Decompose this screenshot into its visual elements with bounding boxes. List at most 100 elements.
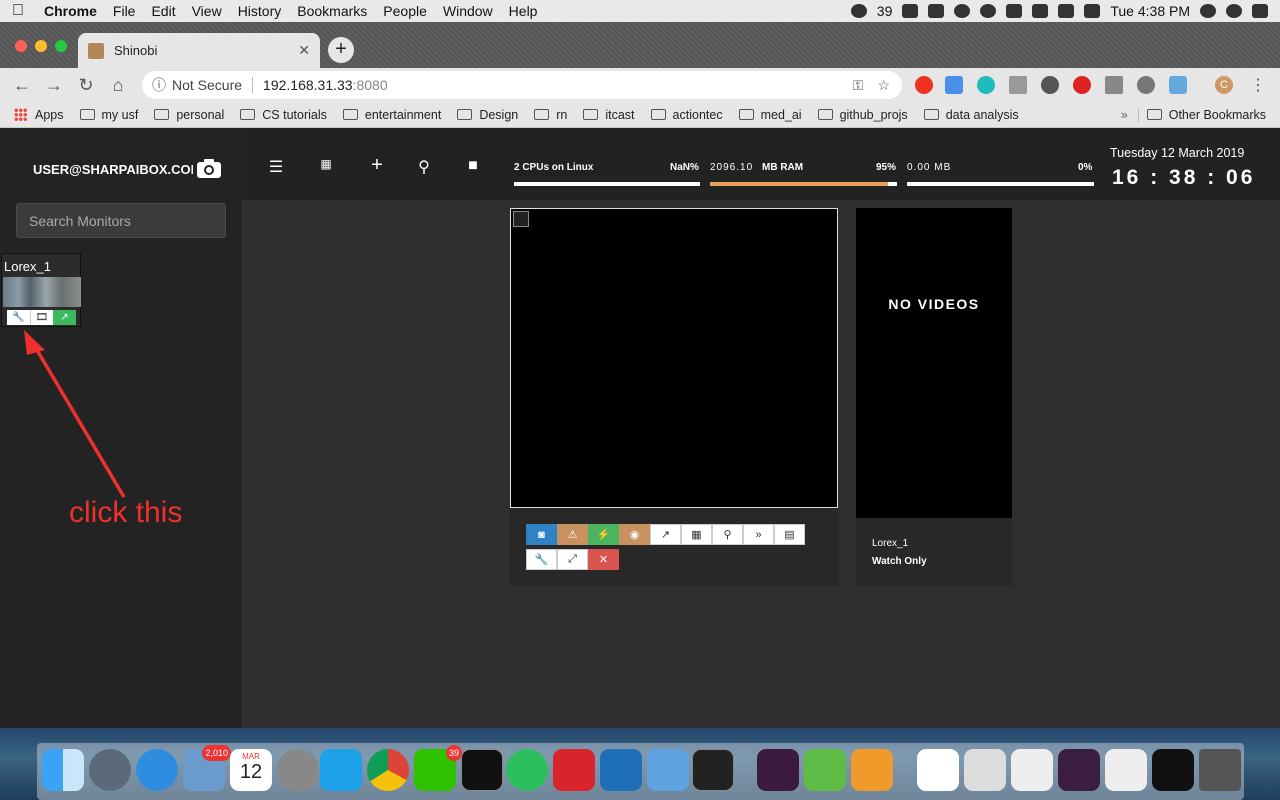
plug-icon[interactable]: ⚡ <box>588 524 619 545</box>
menubar-clock[interactable]: Tue 4:38 PM <box>1110 3 1190 19</box>
bookmark-folder[interactable]: my usf <box>72 108 147 122</box>
expressvpn-icon[interactable] <box>553 749 595 791</box>
bookmarks-overflow-icon[interactable]: » <box>1121 108 1138 122</box>
map-marker-icon[interactable]: ⚲ <box>414 157 434 177</box>
home-icon[interactable]: ⌂ <box>102 75 134 96</box>
console-icon[interactable] <box>692 749 734 791</box>
browser-tab[interactable]: Shinobi ✕ <box>78 33 320 68</box>
flag-input-icon[interactable] <box>1084 4 1101 18</box>
calendar-icon[interactable]: MAR 12 <box>230 749 272 791</box>
window-thumbnail-icon[interactable] <box>964 749 1006 791</box>
launchpad-icon[interactable] <box>89 749 131 791</box>
chrome-window-thumbnail-icon[interactable] <box>1011 749 1053 791</box>
add-icon[interactable]: + <box>367 154 387 177</box>
wechat-status-icon[interactable] <box>850 4 867 18</box>
chrome-icon[interactable] <box>367 749 409 791</box>
video-camera-icon[interactable]: ■ <box>463 157 483 175</box>
reload-icon[interactable]: ↻ <box>70 75 102 96</box>
spotlight-icon[interactable] <box>1200 4 1216 18</box>
menu-edit[interactable]: Edit <box>143 3 183 19</box>
bookmark-folder[interactable]: Design <box>449 108 526 122</box>
profile-avatar[interactable]: C <box>1215 76 1233 94</box>
bookmark-folder[interactable]: itcast <box>575 108 642 122</box>
bookmark-folder[interactable]: data analysis <box>916 108 1027 122</box>
pen-extension-icon[interactable] <box>1009 76 1027 94</box>
monitor-thumbnail[interactable] <box>3 277 81 307</box>
grid-icon[interactable]: ▦ <box>316 157 336 171</box>
calendar-icon[interactable]: ▦ <box>681 524 712 545</box>
menu-bookmarks[interactable]: Bookmarks <box>289 3 375 19</box>
safari-icon[interactable] <box>136 749 178 791</box>
wrench-icon[interactable]: 🔧 <box>7 310 30 325</box>
extension-icon[interactable] <box>1105 76 1123 94</box>
adblock-extension-icon[interactable] <box>1073 76 1091 94</box>
double-chevron-right-icon[interactable]: » <box>743 524 774 545</box>
info-icon[interactable]: ⓘ <box>152 75 166 95</box>
qr-code-window-icon[interactable] <box>917 749 959 791</box>
docker-status-icon[interactable] <box>928 4 945 18</box>
menu-help[interactable]: Help <box>501 3 546 19</box>
pop-out-icon[interactable]: ↗ <box>650 524 681 545</box>
search-monitors-input[interactable] <box>16 203 226 238</box>
apple-menu-icon[interactable]:  <box>0 2 36 20</box>
fullscreen-icon[interactable]: ⤢ <box>557 549 588 570</box>
other-bookmarks[interactable]: Other Bookmarks <box>1137 107 1280 122</box>
bookmark-folder[interactable]: rn <box>526 108 575 122</box>
bookmark-folder[interactable]: actiontec <box>643 108 731 122</box>
menu-view[interactable]: View <box>184 3 230 19</box>
skype-icon[interactable] <box>320 749 362 791</box>
battery-status-icon[interactable] <box>1058 4 1075 18</box>
forward-icon[interactable]: → <box>38 75 70 96</box>
monitor-card[interactable]: Lorex_1 🔧 🎞 ↗ <box>1 253 81 327</box>
notification-center-icon[interactable] <box>1252 4 1268 18</box>
siri-icon[interactable] <box>1226 4 1242 18</box>
minimize-window-icon[interactable] <box>35 40 47 52</box>
chat-extension-icon[interactable] <box>1041 76 1059 94</box>
warning-icon[interactable]: ⚠ <box>557 524 588 545</box>
menu-people[interactable]: People <box>375 3 435 19</box>
close-icon[interactable]: ✕ <box>588 549 619 570</box>
react-extension-icon[interactable] <box>1137 76 1155 94</box>
location-status-icon[interactable] <box>1006 4 1023 18</box>
terminal-icon[interactable] <box>461 749 503 791</box>
camera-icon[interactable] <box>196 157 222 179</box>
evernote-icon[interactable] <box>506 749 548 791</box>
pinterest-extension-icon[interactable] <box>915 76 933 94</box>
live-stream[interactable] <box>510 208 838 508</box>
excel-icon[interactable] <box>804 749 846 791</box>
vectorworks-status-icon[interactable] <box>902 4 919 18</box>
sublime-text-icon[interactable] <box>851 749 893 791</box>
slack-icon[interactable] <box>757 749 799 791</box>
screenshot-extension-icon[interactable] <box>1169 76 1187 94</box>
key-icon[interactable]: ⚿ <box>853 77 864 94</box>
user-email[interactable]: USER@SHARPAIBOX.COM <box>33 162 193 177</box>
mercury-extension-icon[interactable] <box>977 76 995 94</box>
film-icon[interactable]: ▤ <box>774 524 805 545</box>
menu-file[interactable]: File <box>105 3 144 19</box>
finder-icon[interactable] <box>42 749 84 791</box>
bookmark-folder[interactable]: CS tutorials <box>232 108 335 122</box>
menu-window[interactable]: Window <box>435 3 501 19</box>
back-icon[interactable]: ← <box>6 75 38 96</box>
film-icon[interactable]: 🎞 <box>30 310 53 325</box>
close-window-icon[interactable] <box>15 40 27 52</box>
keynote-icon[interactable] <box>647 749 689 791</box>
menu-icon[interactable]: ☰ <box>266 157 286 177</box>
vscode-icon[interactable] <box>600 749 642 791</box>
wrench-icon[interactable]: 🔧 <box>526 549 557 570</box>
translate-extension-icon[interactable] <box>945 76 963 94</box>
bookmark-star-icon[interactable]: ☆ <box>877 77 890 94</box>
slack-window-thumbnail-icon[interactable] <box>1058 749 1100 791</box>
terminal-window-thumbnail-icon[interactable] <box>1152 749 1194 791</box>
menu-app-name[interactable]: Chrome <box>36 3 105 19</box>
snapshot-icon[interactable]: ◙ <box>526 524 557 545</box>
tab-close-icon[interactable]: ✕ <box>298 42 310 59</box>
menu-history[interactable]: History <box>230 3 290 19</box>
system-preferences-icon[interactable] <box>277 749 319 791</box>
bookmark-folder[interactable]: entertainment <box>335 108 449 122</box>
skype-status-icon[interactable] <box>980 4 997 18</box>
external-link-icon[interactable]: ↗ <box>53 310 76 325</box>
address-bar[interactable]: ⓘ Not Secure 192.168.31.33 :8080 ⚿ ☆ <box>142 71 902 99</box>
bookmark-folder[interactable]: github_projs <box>810 108 916 122</box>
mail-icon[interactable]: 2,010 <box>183 745 231 791</box>
